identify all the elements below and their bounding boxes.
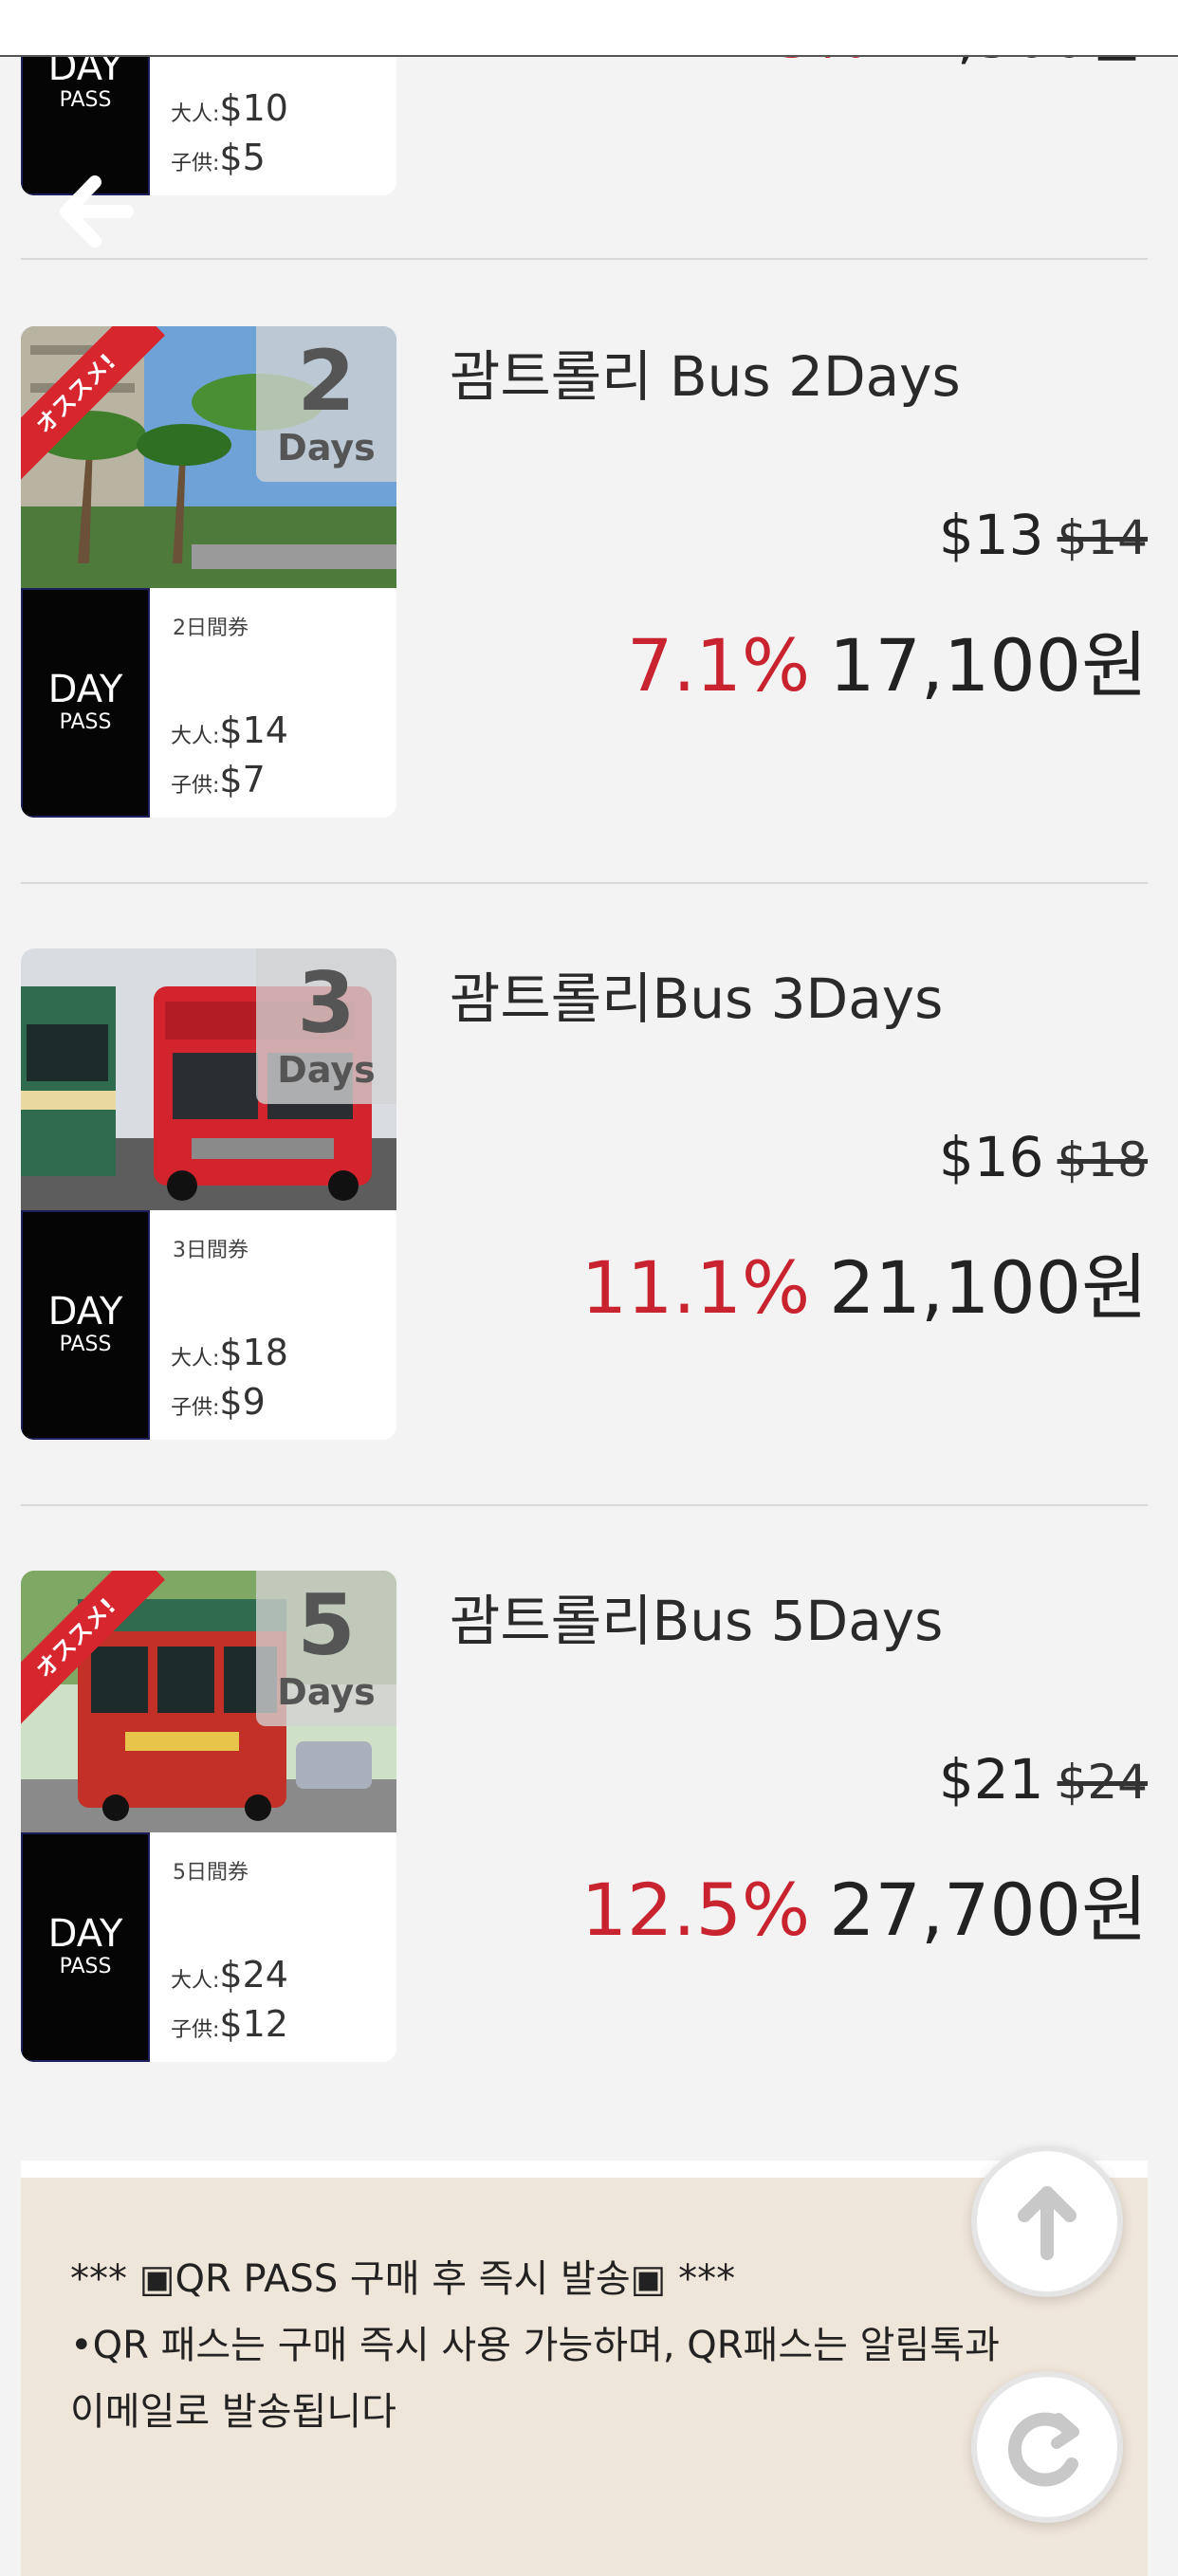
child-price: 子供:$12 — [171, 2003, 288, 2045]
product-title[interactable]: 괌트롤리 Bus 2Days — [450, 332, 961, 412]
child-amount: $7 — [219, 759, 266, 800]
child-amount: $5 — [219, 137, 266, 178]
price-krw: 21,100원 — [829, 1245, 1148, 1330]
child-label: 子供: — [171, 2018, 220, 2042]
adult-amount: $18 — [219, 1332, 288, 1373]
notice-line-2: •QR 패스는 구매 즉시 사용 가능하며, QR패스는 알림톡과 — [70, 2324, 1000, 2367]
days-number: 3 — [297, 954, 356, 1052]
sale-price: $13 — [938, 503, 1044, 567]
day-label: DAY — [47, 668, 123, 711]
discount-row: 12.5% 27,700원 — [581, 1851, 1148, 1956]
child-price: 子供:$7 — [171, 759, 266, 800]
price-row: $21 $24 — [939, 1747, 1148, 1812]
adult-label: 大人: — [171, 102, 220, 126]
adult-label: 大人: — [171, 725, 220, 748]
day-pass-block: DAY PASS — [21, 1832, 150, 2062]
product-card[interactable]: オススメ! 5 Days DAY PASS 5日間券 大人:$24 子供:$12 — [21, 1571, 396, 2062]
discount-row: 7.1% 17,100원 — [627, 607, 1148, 711]
pass-label: PASS — [59, 88, 112, 112]
notice-line-3: 이메일로 발송됩니다 — [70, 2390, 396, 2434]
child-amount: $12 — [219, 2003, 288, 2045]
adult-price: 大人:$24 — [171, 1954, 288, 1996]
days-badge: 2 Days — [256, 326, 396, 482]
adult-label: 大人: — [171, 1347, 220, 1371]
discount-row: 11.1% 21,100원 — [581, 1229, 1148, 1334]
divider — [21, 882, 1148, 884]
arrow-up-icon — [1018, 2186, 1077, 2260]
days-label: Days — [277, 1049, 376, 1091]
adult-amount: $14 — [219, 709, 288, 751]
price-krw: 27,700원 — [829, 1868, 1148, 1952]
day-pass-block: DAY PASS — [21, 588, 150, 818]
days-label: Days — [277, 1671, 376, 1713]
scroll-top-button[interactable] — [971, 2145, 1123, 2297]
child-price: 子供:$9 — [171, 1381, 266, 1423]
pass-label: PASS — [59, 1333, 112, 1356]
back-button[interactable] — [49, 159, 154, 264]
original-price: $24 — [1057, 1755, 1148, 1810]
pass-label: PASS — [59, 710, 112, 734]
days-badge: 3 Days — [256, 948, 396, 1104]
day-label: DAY — [47, 1912, 123, 1956]
days-number: 5 — [297, 1576, 356, 1674]
sale-price: $21 — [938, 1747, 1044, 1812]
ticket-subtitle: 3日間券 — [173, 1239, 248, 1262]
adult-price: 大人:$14 — [171, 709, 288, 751]
child-price: 子供:$5 — [171, 137, 266, 178]
arrow-left-icon — [60, 175, 134, 248]
ticket-subtitle: 2日間券 — [173, 616, 248, 640]
ticket-subtitle: 5日間券 — [173, 1861, 248, 1885]
refresh-icon — [1008, 2412, 1079, 2487]
child-label: 子供: — [171, 774, 220, 798]
discount-percent: 11.1% — [580, 1245, 811, 1330]
sale-price: $16 — [938, 1125, 1044, 1189]
adult-label: 大人: — [171, 1969, 220, 1993]
price-row: $13 $14 — [939, 503, 1148, 567]
child-label: 子供: — [171, 152, 220, 175]
refresh-button[interactable] — [971, 2371, 1123, 2523]
product-card[interactable]: 3 Days DAY PASS 3日間券 大人:$18 子供:$9 — [21, 948, 396, 1440]
day-label: DAY — [47, 1290, 123, 1334]
notice-line-1: *** ▣QR PASS 구매 후 즉시 발송▣ *** — [70, 2257, 736, 2301]
discount-percent: 12.5% — [580, 1868, 811, 1952]
original-price: $18 — [1057, 1132, 1148, 1187]
days-label: Days — [277, 427, 376, 469]
adult-price: 大人:$18 — [171, 1332, 288, 1373]
price-row: $16 $18 — [939, 1125, 1148, 1189]
discount-percent: 7.1% — [627, 623, 811, 708]
product-title[interactable]: 괌트롤리Bus 3Days — [450, 954, 943, 1034]
product-card[interactable]: オススメ! 2 Days DAY PASS 2日間券 大人:$14 子供:$7 — [21, 326, 396, 818]
price-krw: 17,100원 — [829, 623, 1148, 708]
original-price: $14 — [1057, 510, 1148, 565]
pass-label: PASS — [59, 1955, 112, 1978]
day-pass-block: DAY PASS — [21, 1210, 150, 1440]
divider — [21, 258, 1148, 260]
days-number: 2 — [297, 332, 356, 430]
top-bar — [0, 0, 1178, 57]
divider — [21, 1504, 1148, 1506]
adult-price: 大人:$10 — [171, 87, 288, 129]
adult-amount: $24 — [219, 1954, 288, 1996]
child-label: 子供: — [171, 1396, 220, 1420]
adult-amount: $10 — [219, 87, 288, 129]
child-amount: $9 — [219, 1381, 266, 1423]
days-badge: 5 Days — [256, 1571, 396, 1726]
product-title[interactable]: 괌트롤리Bus 5Days — [450, 1576, 943, 1656]
